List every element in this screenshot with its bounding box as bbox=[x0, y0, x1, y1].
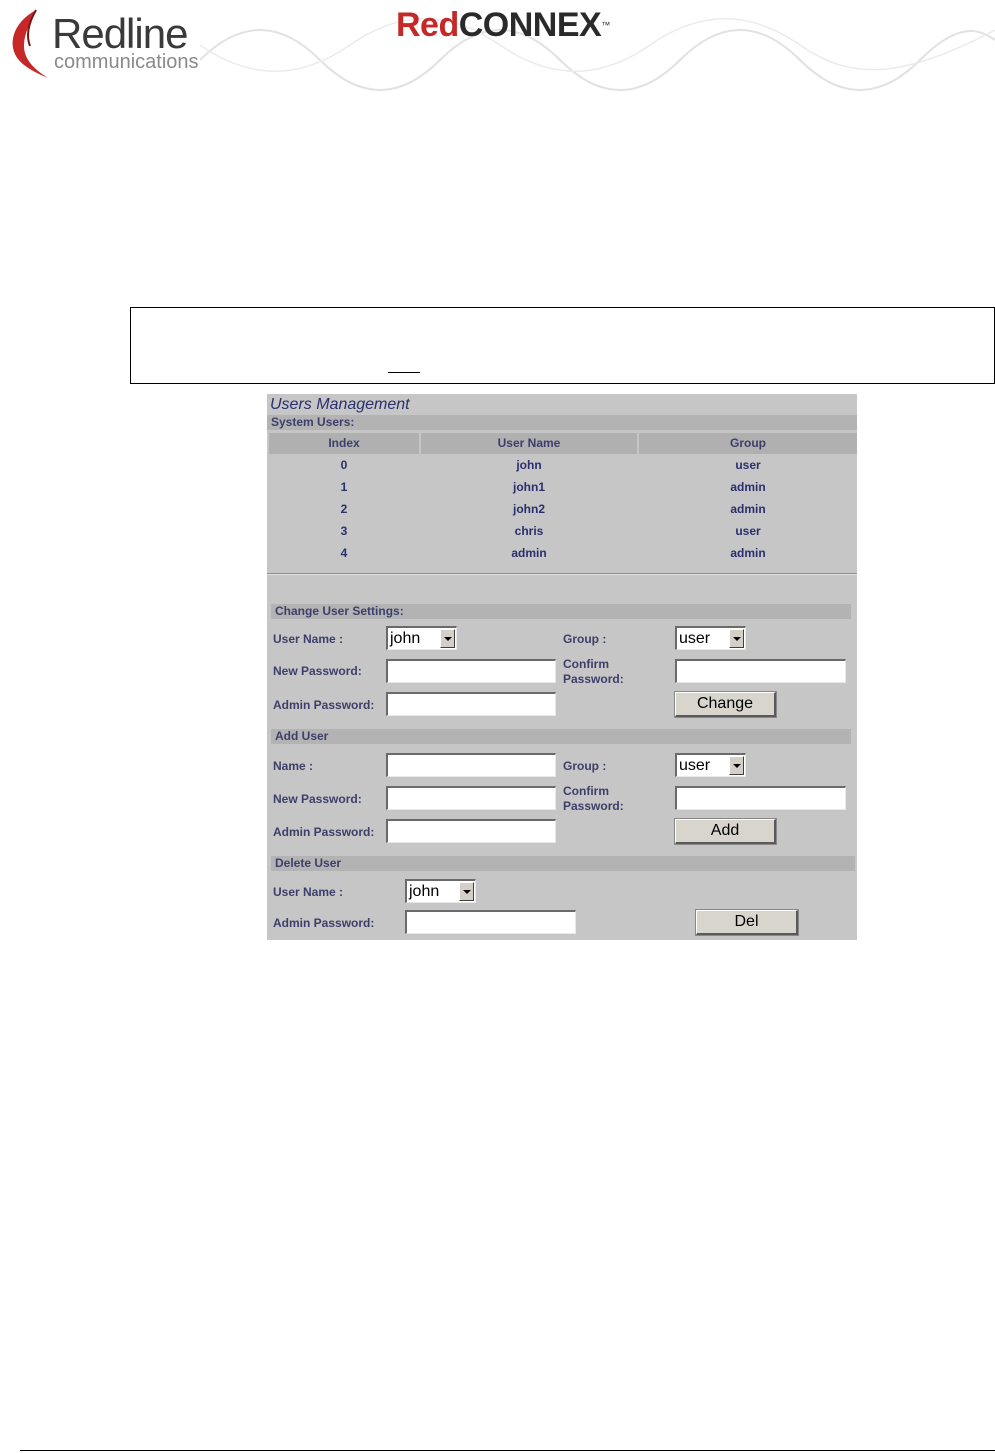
cell-index: 0 bbox=[340, 458, 348, 472]
change-confirm-password-field[interactable] bbox=[675, 659, 846, 683]
redline-logo-icon bbox=[12, 9, 48, 78]
add-confirm-label-1: Confirm bbox=[563, 784, 609, 798]
cell-user-name: admin bbox=[511, 546, 547, 560]
table-row: 0 john user bbox=[267, 454, 857, 476]
change-admin-password-label: Admin Password: bbox=[273, 698, 375, 712]
add-name-field[interactable] bbox=[386, 753, 556, 777]
change-button[interactable]: Change bbox=[674, 691, 777, 718]
add-button[interactable]: Add bbox=[674, 818, 777, 845]
header-user-name: User Name bbox=[421, 433, 637, 454]
cell-index: 1 bbox=[340, 480, 348, 494]
header-index: Index bbox=[269, 433, 419, 454]
note-box bbox=[130, 307, 995, 384]
brand-dark-part: CONNEX bbox=[458, 6, 602, 44]
logo-subtitle: communications bbox=[54, 51, 199, 73]
change-confirm-label-1: Confirm bbox=[563, 657, 609, 671]
cell-user-name: chris bbox=[514, 524, 544, 538]
delete-user-name-label: User Name : bbox=[273, 885, 344, 899]
change-user-settings-bar: Change User Settings: bbox=[271, 604, 851, 619]
delete-user-name-value: john bbox=[409, 883, 440, 900]
cell-user-name: john1 bbox=[513, 480, 545, 494]
delete-user-bar: Delete User bbox=[271, 856, 855, 871]
brand-red-part: Red bbox=[396, 6, 459, 44]
change-confirm-label-2: Password: bbox=[563, 672, 624, 686]
cell-group: user bbox=[735, 524, 761, 538]
system-users-bar: System Users: bbox=[267, 415, 857, 430]
change-user-name-value: john bbox=[390, 630, 421, 647]
product-brand: RedCONNEX™ bbox=[396, 6, 610, 44]
header-group: Group bbox=[639, 433, 857, 454]
delete-user-name-select[interactable]: john bbox=[405, 879, 476, 903]
add-user-bar: Add User bbox=[271, 729, 851, 744]
add-group-value: user bbox=[679, 757, 711, 774]
delete-admin-password-field[interactable] bbox=[405, 910, 576, 934]
users-management-panel: Users Management System Users: Index Use… bbox=[267, 394, 857, 940]
table-row: 2 john2 admin bbox=[267, 498, 857, 520]
add-admin-password-field[interactable] bbox=[386, 819, 556, 843]
logo-wordmark: Redline bbox=[52, 10, 188, 57]
cell-index: 3 bbox=[340, 524, 348, 538]
brand-trademark: ™ bbox=[601, 20, 610, 30]
delete-admin-password-label: Admin Password: bbox=[273, 916, 375, 930]
chevron-down-icon[interactable] bbox=[729, 756, 744, 775]
chevron-down-icon[interactable] bbox=[440, 629, 455, 648]
add-new-password-label: New Password: bbox=[273, 792, 362, 806]
table-row: 3 chris user bbox=[267, 520, 857, 542]
change-group-value: user bbox=[679, 630, 711, 647]
change-group-label: Group : bbox=[563, 632, 607, 646]
add-name-label: Name : bbox=[273, 759, 314, 773]
panel-title: Users Management bbox=[270, 396, 410, 413]
cell-index: 2 bbox=[340, 502, 348, 516]
change-user-name-select[interactable]: john bbox=[386, 626, 457, 650]
add-admin-password-label: Admin Password: bbox=[273, 825, 375, 839]
add-new-password-field[interactable] bbox=[386, 786, 556, 810]
cell-group: admin bbox=[730, 546, 766, 560]
add-confirm-password-field[interactable] bbox=[675, 786, 846, 810]
footer-rule bbox=[20, 1450, 995, 1451]
cell-group: admin bbox=[730, 502, 766, 516]
change-new-password-field[interactable] bbox=[386, 659, 556, 683]
change-group-select[interactable]: user bbox=[675, 626, 746, 650]
change-new-password-label: New Password: bbox=[273, 664, 362, 678]
change-admin-password-field[interactable] bbox=[386, 692, 556, 716]
add-confirm-label-2: Password: bbox=[563, 799, 624, 813]
table-row: 4 admin admin bbox=[267, 542, 857, 564]
page-header: Redline communications RedCONNEX™ bbox=[0, 0, 995, 92]
del-button[interactable]: Del bbox=[695, 909, 799, 936]
change-user-name-label: User Name : bbox=[273, 632, 344, 646]
chevron-down-icon[interactable] bbox=[729, 629, 744, 648]
section-divider bbox=[267, 573, 857, 575]
cell-group: admin bbox=[730, 480, 766, 494]
cell-user-name: john2 bbox=[513, 502, 545, 516]
add-group-label: Group : bbox=[563, 759, 607, 773]
cell-user-name: john bbox=[516, 458, 542, 472]
cell-group: user bbox=[735, 458, 761, 472]
table-row: 1 john1 admin bbox=[267, 476, 857, 498]
cell-index: 4 bbox=[340, 546, 348, 560]
chevron-down-icon[interactable] bbox=[459, 882, 474, 901]
add-group-select[interactable]: user bbox=[675, 753, 746, 777]
note-underline bbox=[388, 372, 420, 373]
